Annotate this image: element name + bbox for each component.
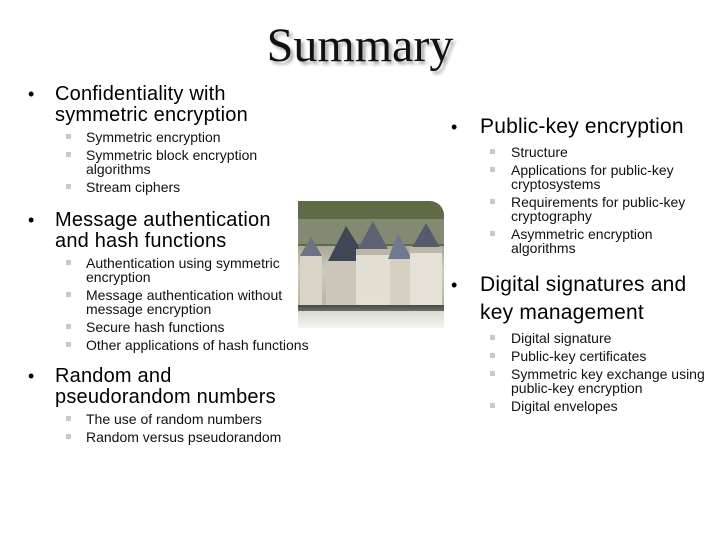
- subtopic-item: Requirements for public-key cryptography: [447, 195, 709, 223]
- castle-image: [298, 201, 444, 328]
- subtopic-item: Symmetric key exchange using public-key …: [447, 367, 709, 395]
- subtopic-item: Secure hash functions: [24, 320, 309, 334]
- topic-heading: Public-key encryption: [480, 115, 684, 138]
- square-bullet-icon: [66, 434, 71, 439]
- bullet-icon: •: [451, 117, 458, 137]
- subtopic-item: Stream ciphers: [24, 180, 309, 194]
- subtopic-item: Symmetric encryption: [24, 130, 309, 144]
- square-bullet-icon: [66, 342, 71, 347]
- square-bullet-icon: [66, 134, 71, 139]
- bullet-icon: •: [28, 84, 35, 104]
- subtopic-item: Random versus pseudorandom: [24, 430, 309, 444]
- subtopic-item: Authentication using symmetric encryptio…: [24, 256, 309, 284]
- square-bullet-icon: [66, 260, 71, 265]
- wall-base: [298, 305, 444, 311]
- subtopic-item: Message authentication without message e…: [24, 288, 309, 316]
- subtopic-item: Digital signature: [447, 331, 709, 345]
- subtopic-list: Structure Applications for public-key cr…: [447, 145, 709, 255]
- subtopic-item: Symmetric block encryption algorithms: [24, 148, 309, 176]
- subtopic-item: Public-key certificates: [447, 349, 709, 363]
- square-bullet-icon: [490, 335, 495, 340]
- subtopic-item: Applications for public-key cryptosystem…: [447, 163, 709, 191]
- topic-message-authentication: • Message authentication and hash functi…: [24, 209, 309, 353]
- tower-center-battlement: [356, 249, 390, 255]
- subtopic-item: Other applications of hash functions: [24, 338, 309, 352]
- subtopic-item: Digital envelopes: [447, 399, 709, 413]
- bullet-icon: •: [451, 275, 458, 295]
- subtopic-item: Structure: [447, 145, 709, 159]
- topic-heading: Confidentiality with symmetric encryptio…: [55, 83, 248, 126]
- topic-digital-signatures: • Digital signatures and key management …: [447, 271, 709, 413]
- square-bullet-icon: [490, 199, 495, 204]
- moat: [298, 311, 444, 328]
- square-bullet-icon: [66, 184, 71, 189]
- bullet-icon: •: [28, 366, 35, 386]
- bullet-icon: •: [28, 210, 35, 230]
- left-column: • Confidentiality with symmetric encrypt…: [24, 84, 309, 448]
- square-bullet-icon: [66, 292, 71, 297]
- castle-illustration: [298, 201, 444, 328]
- topic-public-key-encryption: • Public-key encryption Structure Applic…: [447, 113, 709, 255]
- middle-wall: [390, 259, 410, 311]
- topic-heading: Digital signatures and key management: [480, 273, 687, 324]
- subtopic-list: Digital signature Public-key certificate…: [447, 331, 709, 413]
- square-bullet-icon: [490, 149, 495, 154]
- subtopic-item: The use of random numbers: [24, 412, 309, 426]
- subtopic-list: Symmetric encryption Symmetric block enc…: [24, 130, 309, 194]
- square-bullet-icon: [490, 371, 495, 376]
- square-bullet-icon: [66, 152, 71, 157]
- right-column: • Public-key encryption Structure Applic…: [447, 113, 709, 417]
- subtopic-item: Asymmetric encryption algorithms: [447, 227, 709, 255]
- topic-symmetric-encryption: • Confidentiality with symmetric encrypt…: [24, 83, 309, 195]
- square-bullet-icon: [490, 167, 495, 172]
- topic-heading: Random and pseudorandom numbers: [55, 365, 276, 408]
- slide-title: Summary: [266, 19, 454, 72]
- square-bullet-icon: [66, 324, 71, 329]
- square-bullet-icon: [490, 353, 495, 358]
- square-bullet-icon: [66, 416, 71, 421]
- square-bullet-icon: [490, 231, 495, 236]
- tower-right-battlement: [410, 247, 442, 253]
- subtopic-list: Authentication using symmetric encryptio…: [24, 256, 309, 352]
- subtopic-list: The use of random numbers Random versus …: [24, 412, 309, 444]
- topic-random-numbers: • Random and pseudorandom numbers The us…: [24, 365, 309, 445]
- square-bullet-icon: [490, 403, 495, 408]
- topic-heading: Message authentication and hash function…: [55, 209, 271, 252]
